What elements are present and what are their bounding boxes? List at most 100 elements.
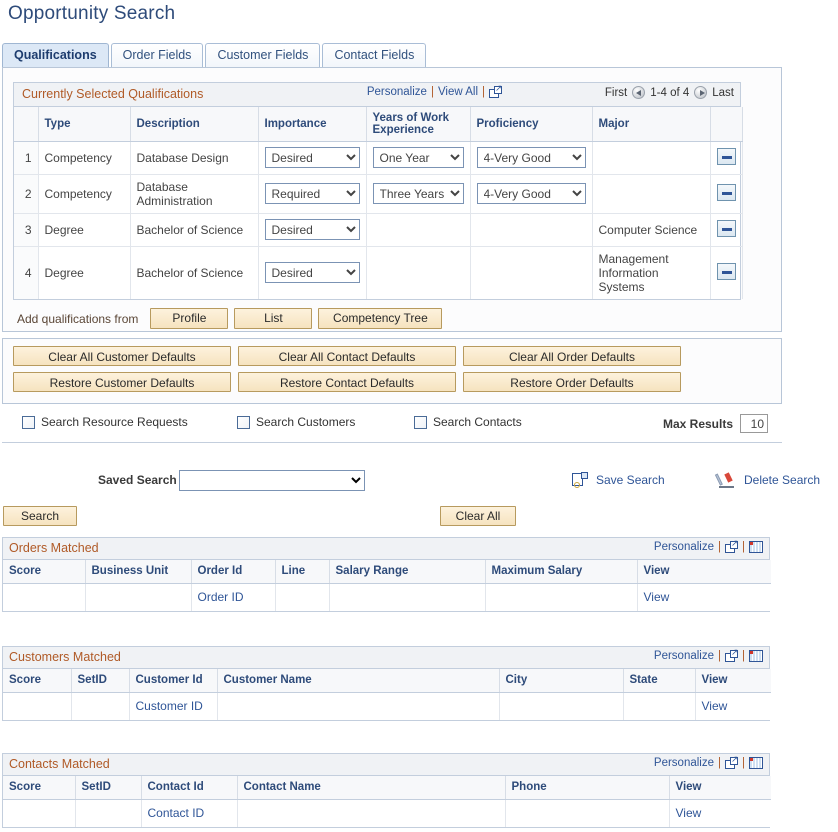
- save-search-icon[interactable]: [572, 472, 588, 488]
- cell-setid: [75, 799, 141, 827]
- col-contact-name: Contact Name: [237, 776, 505, 799]
- restore-customer-defaults-button[interactable]: Restore Customer Defaults: [13, 372, 231, 392]
- delete-row-icon[interactable]: [717, 263, 736, 280]
- importance-select[interactable]: Required: [265, 183, 360, 204]
- tab-customer-fields[interactable]: Customer Fields: [205, 43, 320, 67]
- checkbox-search-customers[interactable]: Search Customers: [237, 415, 355, 429]
- cell-major: [592, 141, 710, 174]
- expand-grid-icon[interactable]: [489, 86, 502, 98]
- checkbox-box[interactable]: [414, 416, 427, 429]
- importance-select[interactable]: Desired: [265, 147, 360, 168]
- prev-arrow-icon[interactable]: [632, 86, 645, 99]
- customers-matched-tools: Personalize | |: [654, 650, 763, 662]
- personalize-link[interactable]: Personalize: [654, 757, 714, 769]
- proficiency-select[interactable]: 4-Very Good: [477, 183, 586, 204]
- importance-select[interactable]: Desired: [265, 219, 360, 240]
- checkbox-search-resource-requests[interactable]: Search Resource Requests: [22, 415, 188, 429]
- table-row: 3 Degree Bachelor of Science Desired Com…: [14, 213, 742, 246]
- max-results-input[interactable]: [740, 414, 768, 433]
- download-grid-icon[interactable]: [749, 757, 763, 769]
- cell-view: View: [637, 583, 771, 611]
- expand-arrow: [730, 650, 738, 658]
- delete-search-group[interactable]: Delete Search: [718, 472, 820, 488]
- importance-select[interactable]: Desired: [265, 262, 360, 283]
- col-description: Description: [130, 107, 258, 141]
- table-header-row: Score Business Unit Order Id Line Salary…: [3, 560, 771, 583]
- view-link[interactable]: View: [676, 806, 702, 820]
- delete-search-link[interactable]: Delete Search: [744, 473, 820, 487]
- delete-row-icon[interactable]: [717, 184, 736, 201]
- personalize-link[interactable]: Personalize: [654, 541, 714, 553]
- cell-delete: [710, 141, 742, 174]
- save-magnifier: [574, 482, 580, 488]
- personalize-link[interactable]: Personalize: [654, 650, 714, 662]
- clear-all-customer-defaults-button[interactable]: Clear All Customer Defaults: [13, 346, 231, 366]
- profile-button[interactable]: Profile: [150, 308, 228, 329]
- expand-grid-icon[interactable]: [725, 541, 738, 553]
- saved-search-select[interactable]: [179, 470, 365, 491]
- expand-arrow: [730, 541, 738, 549]
- add-qualifications-row: Add qualifications from Profile List Com…: [17, 308, 448, 329]
- checkbox-label: Search Resource Requests: [41, 415, 188, 429]
- cell-description: Database Administration: [130, 174, 258, 213]
- view-link[interactable]: View: [644, 590, 670, 604]
- col-line: Line: [275, 560, 329, 583]
- tab-order-fields[interactable]: Order Fields: [111, 43, 204, 67]
- restore-contact-defaults-button[interactable]: Restore Contact Defaults: [238, 372, 456, 392]
- col-type: Type: [38, 107, 130, 141]
- checkbox-search-contacts[interactable]: Search Contacts: [414, 415, 522, 429]
- expand-grid-icon[interactable]: [725, 650, 738, 662]
- search-button[interactable]: Search: [3, 506, 77, 526]
- expand-grid-icon[interactable]: [725, 757, 738, 769]
- save-search-link[interactable]: Save Search: [596, 473, 665, 487]
- qualifications-grid-header: Currently Selected Qualifications Person…: [14, 83, 740, 107]
- col-city: City: [499, 669, 623, 692]
- view-all-link[interactable]: View All: [438, 86, 478, 98]
- qualifications-table: Type Description Importance Years of Wor…: [14, 107, 743, 299]
- proficiency-select[interactable]: 4-Very Good: [477, 147, 586, 168]
- contacts-matched-tools: Personalize | |: [654, 757, 763, 769]
- table-header-row: Score SetID Contact Id Contact Name Phon…: [3, 776, 771, 799]
- customer-id-link[interactable]: Customer ID: [136, 699, 203, 713]
- last-link[interactable]: Last: [712, 87, 734, 99]
- save-search-group[interactable]: Save Search: [572, 472, 665, 488]
- customers-matched-grid: Customers Matched Personalize | | Score …: [2, 646, 770, 721]
- years-select[interactable]: One Year: [373, 147, 464, 168]
- col-delete: [710, 107, 742, 141]
- contact-id-link[interactable]: Contact ID: [148, 806, 205, 820]
- qualifications-caption: Currently Selected Qualifications: [22, 87, 203, 101]
- restore-order-defaults-button[interactable]: Restore Order Defaults: [463, 372, 681, 392]
- delete-row-icon[interactable]: [717, 148, 736, 165]
- col-view: View: [637, 560, 771, 583]
- order-id-link[interactable]: Order ID: [198, 590, 244, 604]
- view-link[interactable]: View: [702, 699, 728, 713]
- clear-all-order-defaults-button[interactable]: Clear All Order Defaults: [463, 346, 681, 366]
- row-range: 1-4 of 4: [650, 87, 689, 99]
- competency-tree-button[interactable]: Competency Tree: [318, 308, 442, 329]
- delete-row-icon[interactable]: [717, 220, 736, 237]
- orders-matched-table: Score Business Unit Order Id Line Salary…: [3, 560, 771, 611]
- row-number: 2: [14, 174, 38, 213]
- tools-separator: |: [742, 757, 745, 769]
- tools-separator: |: [742, 650, 745, 662]
- checkbox-box[interactable]: [237, 416, 250, 429]
- next-arrow-icon[interactable]: [694, 86, 707, 99]
- list-button[interactable]: List: [234, 308, 312, 329]
- cell-customer-id: Customer ID: [129, 692, 217, 720]
- cell-view: View: [695, 692, 771, 720]
- download-grid-icon[interactable]: [749, 541, 763, 553]
- clear-all-button[interactable]: Clear All: [440, 506, 516, 526]
- col-score: Score: [3, 560, 85, 583]
- checkbox-box[interactable]: [22, 416, 35, 429]
- years-select[interactable]: Three Years: [373, 183, 464, 204]
- personalize-link[interactable]: Personalize: [367, 86, 427, 98]
- contacts-matched-table: Score SetID Contact Id Contact Name Phon…: [3, 776, 771, 827]
- tab-contact-fields[interactable]: Contact Fields: [322, 43, 426, 67]
- first-link[interactable]: First: [605, 87, 627, 99]
- customers-matched-header: Customers Matched Personalize | |: [3, 647, 769, 669]
- tab-qualifications[interactable]: Qualifications: [2, 43, 109, 67]
- clear-all-contact-defaults-button[interactable]: Clear All Contact Defaults: [238, 346, 456, 366]
- delete-search-icon[interactable]: [718, 472, 736, 488]
- cell-proficiency: [470, 246, 592, 299]
- download-grid-icon[interactable]: [749, 650, 763, 662]
